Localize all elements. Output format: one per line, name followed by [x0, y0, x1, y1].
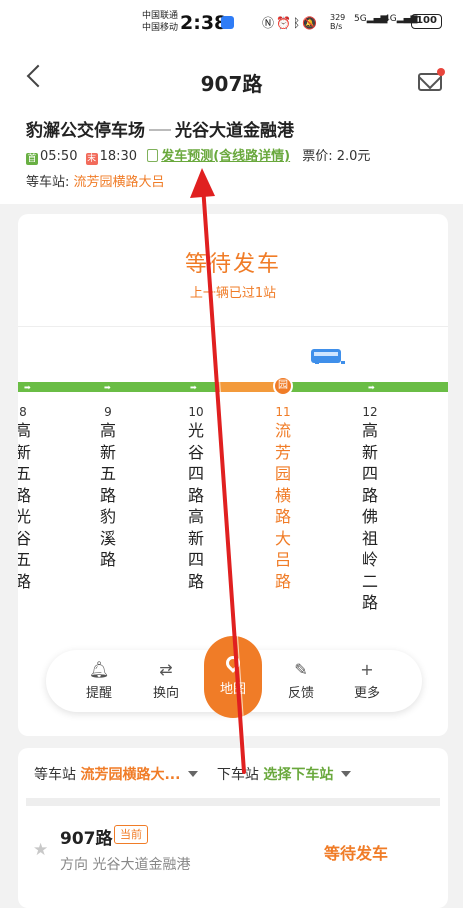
chevron-down-icon[interactable] [188, 771, 199, 777]
stop-number: 11 [275, 405, 291, 419]
bell-icon: 🔔︎ [88, 660, 110, 679]
ticket-price: 票价: 2.0元 [302, 149, 371, 164]
stop-item[interactable]: 10 光谷四路高新四路 [184, 404, 208, 592]
alight-stop-label: 下车站 [216, 767, 259, 783]
switch-label: 换向 [152, 686, 179, 701]
waiting-stop-name[interactable]: 流芳园横路大吕 [74, 175, 165, 190]
net-speed-value: 329 [330, 13, 346, 22]
stop-number: 12 [362, 405, 378, 419]
document-icon [147, 149, 159, 162]
stop-item[interactable]: 9 高新五路豹溪路 [96, 404, 120, 571]
stop-number: 8 [19, 405, 27, 419]
switch-direction-button[interactable]: ⇄ 换向 [141, 660, 191, 701]
bus-line-page: 中国联通 中国移动 2:38 Ⓝ⏰ᛒ🔕 329 B/s 5G▂▄▆ 4G▂▄▆ … [0, 0, 463, 908]
track-arrow-icon: ➡ [368, 383, 375, 392]
line-header: 907路 豹澥公交停车场 光谷大道金融港 首 05:50 末 18:30 发车预测(含… [0, 44, 463, 204]
stop-name: 流芳园横路大吕路 [274, 421, 291, 591]
divider [18, 326, 448, 327]
bus-status-title: 等待发车 [184, 252, 281, 277]
signal-5g-icon: 5G▂▄▆ [354, 14, 388, 24]
map-button[interactable]: 地图 [204, 636, 262, 718]
track-arrow-icon: ➡ [24, 383, 31, 392]
page-title: 907路 [200, 72, 263, 96]
first-bus-tag: 首 [26, 153, 38, 165]
schedule-info: 首 05:50 末 18:30 发车预测(含线路详情) 票价: 2.0元 [26, 145, 370, 165]
stop-name: 高新五路光谷五路 [18, 421, 31, 591]
current-stop-marker-icon: 园 [273, 376, 293, 396]
battery-icon: 100 [411, 14, 442, 29]
waiting-stop-label: 等车站: [26, 175, 70, 190]
line-map-card: 等待发车 上一辆已过1站 ➡ ➡ ➡ ➡ 园 8 高新五路光谷五路 9 高新五路… [18, 214, 448, 736]
destination-stop: 光谷大道金融港 [175, 121, 294, 141]
signal-4g-label: 4G [384, 14, 397, 24]
stop-item[interactable]: 12 高新四路佛祖岭二路 [358, 404, 382, 614]
chevron-down-icon[interactable] [341, 771, 352, 777]
first-bus-time: 05:50 [40, 149, 78, 164]
status-bar: 中国联通 中国移动 2:38 Ⓝ⏰ᛒ🔕 329 B/s 5G▂▄▆ 4G▂▄▆ … [0, 0, 463, 44]
stop-item-current[interactable]: 11 流芳园横路大吕路 [271, 404, 295, 592]
line-direction: 方向 光谷大道金融港 [60, 857, 191, 873]
stop-number: 9 [104, 405, 112, 419]
stop-item[interactable]: 8 高新五路光谷五路 [18, 404, 35, 592]
current-badge: 当前 [114, 825, 148, 844]
route-arrow-icon [149, 121, 171, 131]
unread-dot [437, 68, 445, 76]
map-pin-icon [223, 653, 243, 673]
stop-name: 高新四路佛祖岭二路 [361, 421, 378, 612]
app-notification-icon [221, 16, 234, 29]
bus-status-subtitle: 上一辆已过1站 [189, 286, 277, 301]
bluetooth-icon: ᛒ [292, 16, 303, 30]
signal-5g-label: 5G [354, 14, 367, 24]
nfc-icon: Ⓝ [262, 16, 277, 30]
route-direction: 豹澥公交停车场 光谷大道金融港 [26, 116, 294, 141]
section-divider [26, 798, 440, 806]
stop-number: 10 [188, 405, 204, 419]
stop-name: 光谷四路高新四路 [187, 421, 204, 591]
favorite-star-icon[interactable]: ★ [33, 840, 48, 860]
last-bus-time: 18:30 [99, 149, 138, 164]
carrier-1: 中国联通 [142, 11, 179, 21]
remind-button[interactable]: 🔔︎ 提醒 [74, 660, 124, 701]
track-arrow-icon: ➡ [190, 383, 197, 392]
plus-icon: + [360, 660, 374, 679]
stop-selector-row: 等车站 流芳园横路大... 下车站 选择下车站 [34, 764, 365, 784]
remind-label: 提醒 [85, 686, 112, 701]
last-bus-tag: 末 [85, 153, 98, 165]
map-label: 地图 [219, 682, 246, 697]
line-name: 907路 [60, 829, 113, 849]
waiting-stop-info: 等车站: 流芳园横路大吕 [26, 171, 165, 190]
switch-direction-icon: ⇄ [159, 660, 173, 679]
stop-name: 高新五路豹溪路 [99, 421, 116, 569]
net-speed-unit: B/s [330, 22, 343, 31]
waiting-stop-label: 等车站 [34, 767, 76, 783]
track-arrow-icon: ➡ [104, 383, 111, 392]
alarm-icon: ⏰ [276, 16, 293, 30]
mute-icon: 🔕 [302, 16, 320, 30]
message-icon[interactable] [418, 73, 442, 91]
feedback-label: 反馈 [287, 686, 314, 701]
alight-stop-select[interactable]: 选择下车站 [263, 767, 333, 783]
arrival-card: 等车站 流芳园横路大... 下车站 选择下车站 ★ 907路 当前 方向 光谷大… [18, 748, 448, 908]
bus-icon[interactable] [311, 349, 345, 364]
departure-prediction-link[interactable]: 发车预测(含线路详情) [161, 149, 290, 164]
arrival-status: 等待发车 [324, 844, 389, 863]
feedback-button[interactable]: ✎ 反馈 [276, 660, 326, 701]
more-label: 更多 [353, 686, 380, 701]
net-speed: 329 B/s [330, 13, 345, 31]
system-icons: Ⓝ⏰ᛒ🔕 [262, 14, 319, 31]
more-button[interactable]: + 更多 [342, 660, 392, 701]
feedback-icon: ✎ [294, 660, 308, 679]
carrier-info: 中国联通 中国移动 [142, 10, 178, 34]
origin-stop: 豹澥公交停车场 [26, 121, 145, 141]
waiting-stop-select[interactable]: 流芳园横路大... [80, 767, 180, 783]
carrier-2: 中国移动 [142, 23, 179, 33]
